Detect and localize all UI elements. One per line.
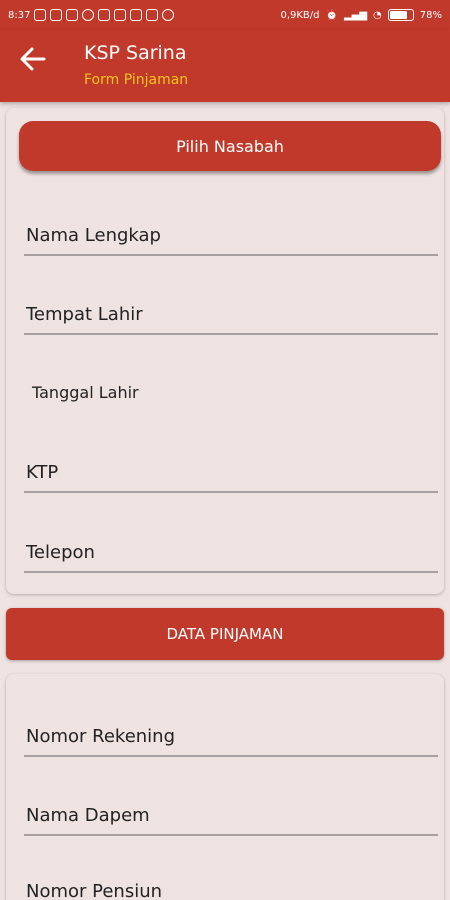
- field-underline: [24, 571, 438, 573]
- app-icon: [114, 9, 127, 21]
- ktp-label: KTP: [26, 462, 59, 483]
- tempat-lahir-label: Tempat Lahir: [26, 304, 143, 325]
- status-bar: 8:37 0,9KB/d ⏰ ▂▄▆ ◔ 78%: [0, 0, 450, 30]
- notification-icon: [34, 9, 47, 21]
- pinjaman-card: Nomor Rekening Nama Dapem Nomor Pensiun: [6, 674, 444, 900]
- signal-icon: ▂▄▆: [343, 9, 368, 21]
- nama-dapem-field[interactable]: Nama Dapem: [24, 788, 438, 836]
- ktp-field[interactable]: KTP: [24, 445, 438, 493]
- telepon-field[interactable]: Telepon: [24, 525, 438, 573]
- check-icon: [82, 9, 95, 21]
- field-underline: [24, 333, 438, 335]
- app-subtitle: Form Pinjaman: [84, 72, 189, 88]
- tempat-lahir-field[interactable]: Tempat Lahir: [24, 287, 438, 335]
- field-underline: [24, 254, 438, 256]
- whatsapp-icon: [162, 9, 175, 21]
- nama-dapem-label: Nama Dapem: [26, 805, 150, 826]
- telepon-label: Telepon: [26, 542, 95, 563]
- app-icon: [130, 9, 143, 21]
- notification-icon: [50, 9, 63, 21]
- alarm-off-icon: ⏰: [325, 9, 338, 21]
- wifi-icon: ◔: [373, 9, 382, 21]
- field-underline: [24, 834, 438, 836]
- tanggal-lahir-field[interactable]: Tanggal Lahir: [24, 364, 438, 412]
- field-underline: [24, 491, 438, 493]
- field-underline: [24, 755, 438, 757]
- back-arrow-icon[interactable]: [18, 44, 48, 74]
- app-icon: [146, 9, 159, 21]
- nomor-pensiun-field[interactable]: Nomor Pensiun: [24, 848, 438, 900]
- pilih-nasabah-button[interactable]: Pilih Nasabah: [19, 121, 441, 171]
- nomor-rekening-field[interactable]: Nomor Rekening: [24, 709, 438, 757]
- status-time: 8:37: [8, 9, 31, 21]
- battery-fill: [389, 11, 407, 19]
- instagram-icon: [98, 9, 111, 21]
- nasabah-card: Pilih Nasabah Nama Lengkap Tempat Lahir …: [6, 108, 444, 594]
- network-speed: 0,9KB/d: [280, 9, 320, 21]
- youtube-icon: [66, 9, 79, 21]
- nama-lengkap-field[interactable]: Nama Lengkap: [24, 208, 438, 256]
- battery-icon: [387, 9, 414, 21]
- data-pinjaman-header: DATA PINJAMAN: [6, 608, 444, 660]
- tanggal-lahir-label: Tanggal Lahir: [32, 383, 139, 402]
- battery-percent: 78%: [419, 9, 442, 21]
- app-title: KSP Sarina: [84, 42, 187, 64]
- nomor-pensiun-label: Nomor Pensiun: [26, 881, 163, 900]
- nomor-rekening-label: Nomor Rekening: [26, 726, 176, 747]
- nama-lengkap-label: Nama Lengkap: [26, 225, 161, 246]
- app-bar: KSP Sarina Form Pinjaman: [0, 30, 450, 102]
